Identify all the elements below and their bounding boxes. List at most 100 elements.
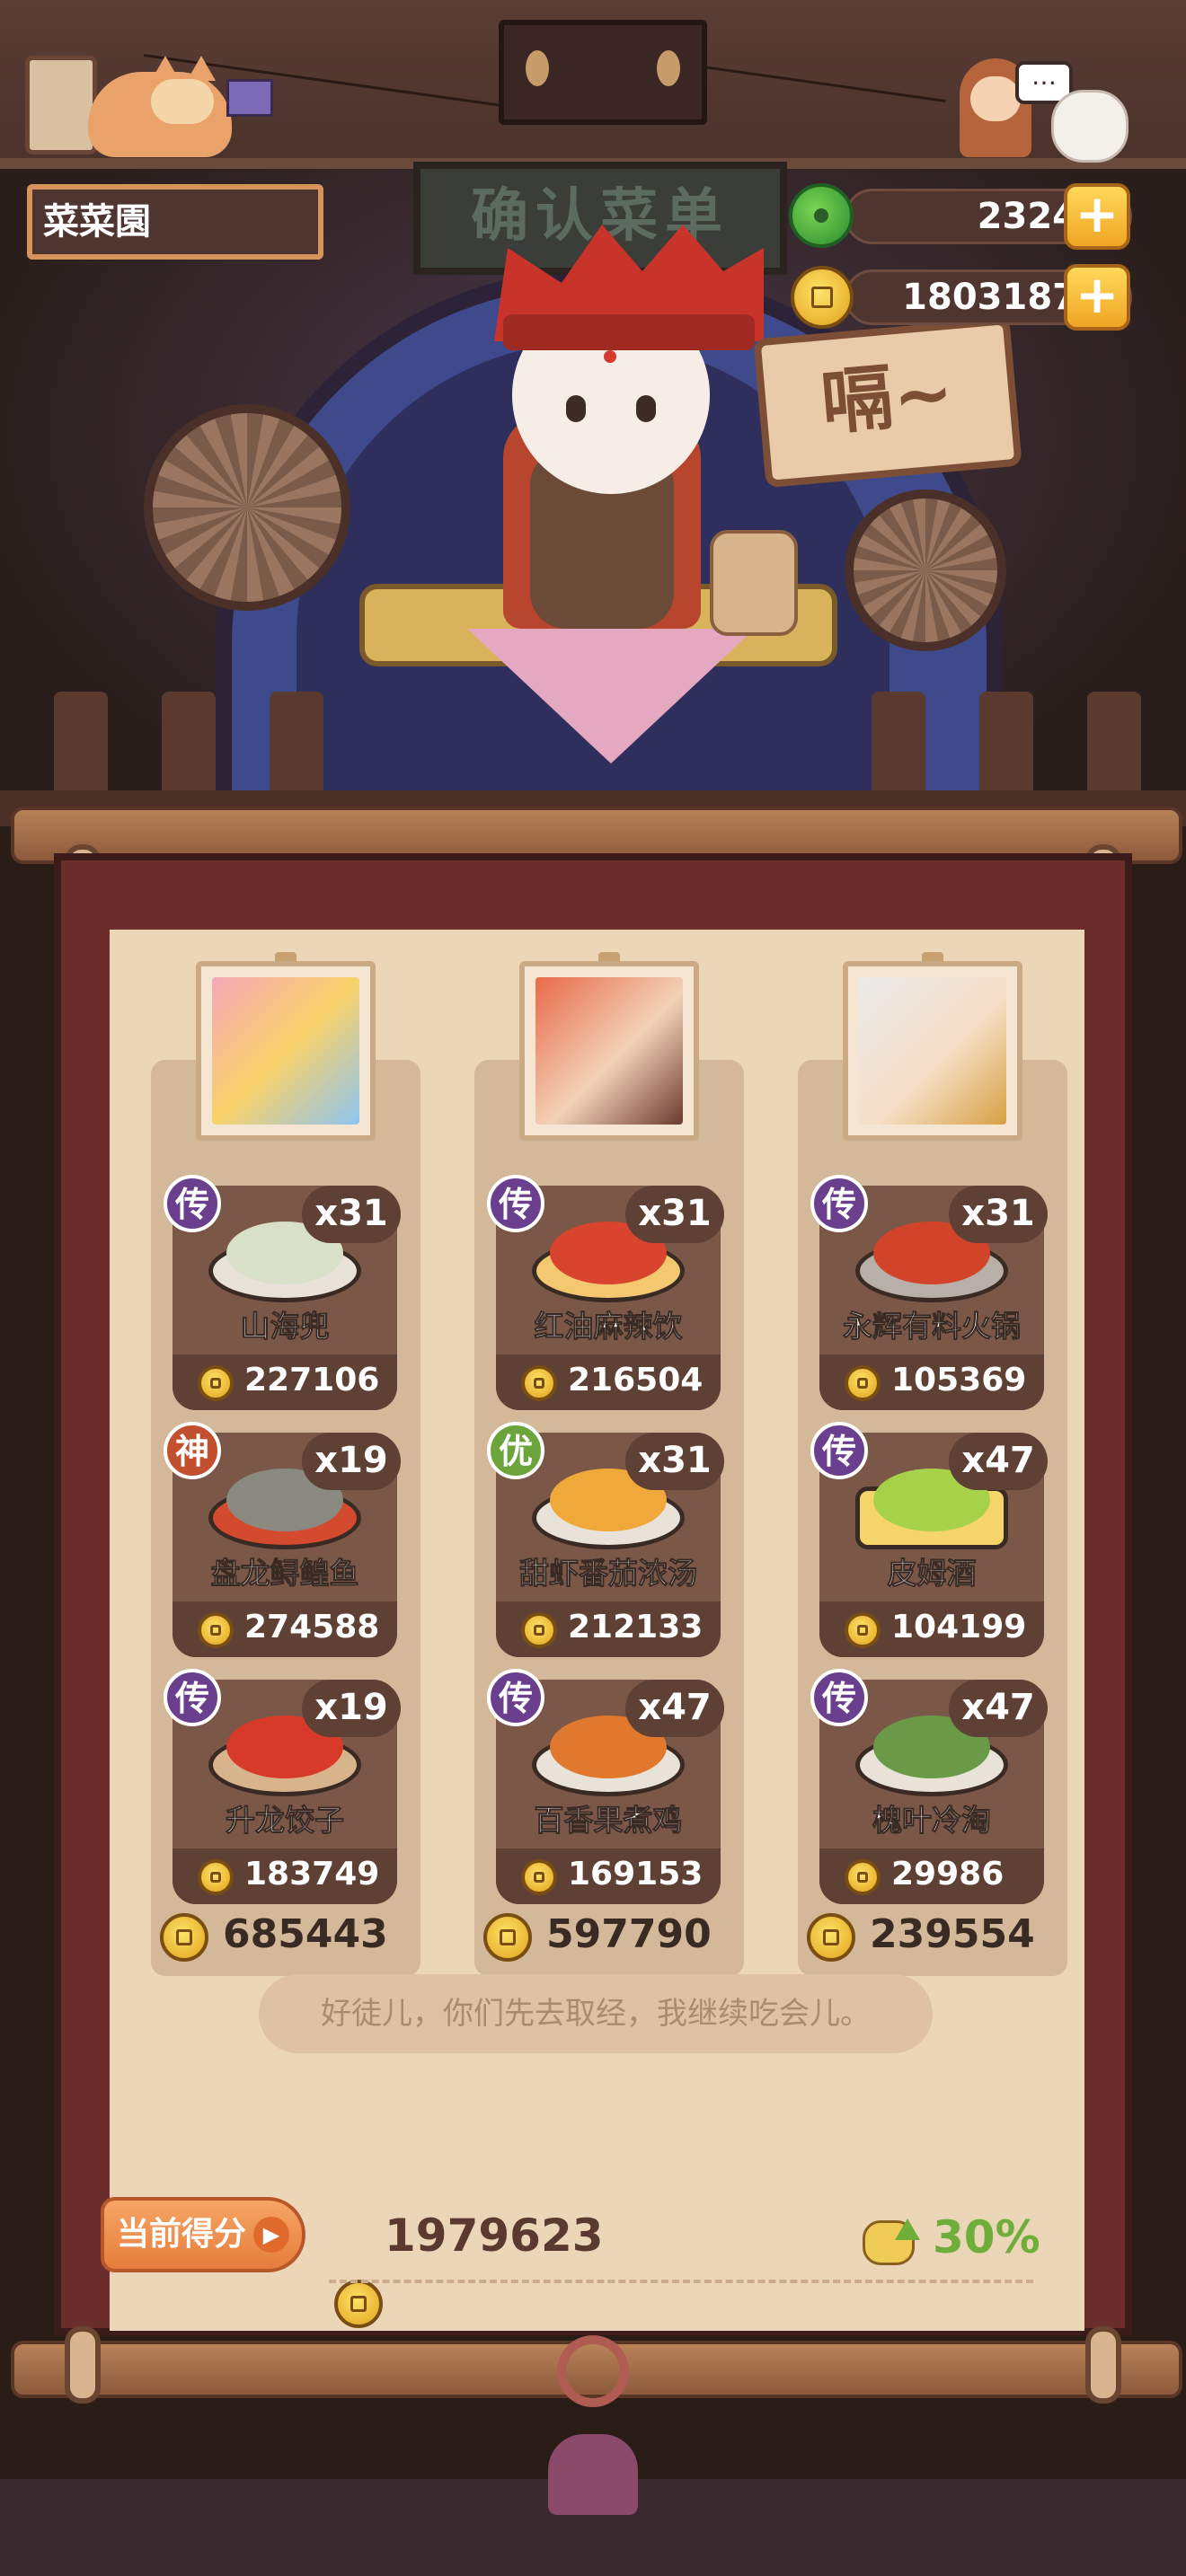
tassel-fringe [548,2434,638,2515]
fan-left-icon [144,404,350,611]
dish-card[interactable]: x47 传 槐叶冷淘 29986 [810,1669,1048,1904]
monk-eye [566,395,586,422]
dish-price: 169153 [568,1856,704,1892]
kid-face [970,76,1021,121]
rarity-badge: 传 [164,1175,221,1232]
dish-card[interactable]: x47 传 皮姆酒 104199 [810,1422,1048,1657]
dish-price: 29986 [891,1856,1005,1892]
dish-name: 升龙饺子 [226,1803,345,1839]
coin-icon [845,1612,881,1648]
coin-icon [198,1612,234,1648]
hanging-portrait-icon[interactable] [499,20,707,125]
dish-name: 槐叶冷淘 [872,1803,992,1839]
column-total: 239554 [798,1904,1067,1967]
guest-avatar [212,977,359,1125]
dish-name: 百香果煮鸡 [534,1803,683,1839]
dish-count: x31 [949,1186,1048,1243]
dish-card[interactable]: x47 传 百香果煮鸡 169153 [487,1669,724,1904]
monk-crown-band [503,314,755,350]
coin-icon [521,1365,557,1401]
add-coins-button[interactable]: + [1064,264,1130,331]
monk-forehead-dot [604,350,616,363]
cat-mascot-icon[interactable] [88,56,232,157]
rarity-badge: 传 [487,1669,544,1726]
guest-avatar [859,977,1006,1125]
rarity-badge: 神 [164,1422,221,1479]
score-divider [329,2280,1033,2283]
dish-price-row: 105369 [819,1354,1044,1410]
dish-name: 山海兜 [240,1309,330,1345]
bonus-percent: 30% [933,2211,1040,2263]
dish-price-row: 104199 [819,1601,1044,1657]
coin-icon [160,1913,208,1962]
location-name[interactable]: 菜菜園 [27,184,323,260]
rarity-badge: 传 [810,1669,868,1726]
rarity-badge: 传 [487,1175,544,1232]
dish-price: 227106 [244,1362,380,1398]
scroll-knob [1085,2326,1121,2404]
dish-card[interactable]: x19 传 升龙饺子 183749 [164,1669,401,1904]
coin-icon [845,1859,881,1895]
dish-name: 永辉有料火锅 [843,1309,1022,1345]
dish-price-row: 212133 [496,1601,721,1657]
dish-card[interactable]: x31 优 甜虾番茄浓汤 212133 [487,1422,724,1657]
mailbox-flag-icon[interactable] [226,79,273,117]
cat-ear [151,56,180,81]
column-total: 685443 [151,1904,420,1967]
banner-ornament [526,50,549,86]
coin-icon [198,1365,234,1401]
monk-eye [636,395,656,422]
dish-count: x19 [302,1433,401,1490]
banner-ornament [657,50,680,86]
notice-board-icon[interactable] [25,56,97,154]
dish-price-row: 227106 [173,1354,397,1410]
coin-icon [483,1913,532,1962]
guest-portrait[interactable] [843,961,1022,1141]
scroll-knob [65,2326,101,2404]
current-score-button[interactable]: 当前得分 ▶ [101,2197,305,2272]
rarity-badge: 传 [164,1669,221,1726]
dish-count: x47 [949,1433,1048,1490]
dish-price: 212133 [568,1609,704,1645]
arrow-right-icon: ▶ [253,2217,289,2253]
cat-face [151,79,214,124]
column-total-value: 239554 [870,1911,1035,1957]
add-jade-button[interactable]: + [1064,183,1130,250]
burp-speech-board: 嗝~ [753,316,1022,489]
dish-price: 104199 [891,1609,1027,1645]
dish-price-row: 216504 [496,1354,721,1410]
coin-icon [791,266,854,329]
dish-name: 皮姆酒 [887,1556,977,1592]
stacked-bowls-icon [710,530,798,636]
dish-name: 红油麻辣饮 [534,1309,683,1345]
dish-count: x31 [625,1186,724,1243]
dish-card[interactable]: x31 传 红油麻辣饮 216504 [487,1175,724,1410]
rarity-badge: 传 [810,1422,868,1479]
dish-name: 甜虾番茄浓汤 [519,1556,698,1592]
dish-count: x47 [949,1680,1048,1737]
bonus-up-arrow-icon [895,2219,920,2240]
dish-price-row: 169153 [496,1848,721,1904]
guest-portrait[interactable] [519,961,699,1141]
dish-price-row: 183749 [173,1848,397,1904]
dish-price: 274588 [244,1609,380,1645]
dish-count: x31 [302,1186,401,1243]
dish-card[interactable]: x31 传 山海兜 227106 [164,1175,401,1410]
dish-price: 105369 [891,1362,1027,1398]
coin-icon [334,2280,383,2328]
column-total: 597790 [474,1904,744,1967]
dish-card[interactable]: x31 传 永辉有料火锅 105369 [810,1175,1048,1410]
coin-icon [845,1365,881,1401]
score-value: 1979623 [385,2210,604,2262]
dish-name: 盘龙鲟鳇鱼 [210,1556,359,1592]
dish-price: 216504 [568,1362,704,1398]
guest-avatar [535,977,683,1125]
column-total-value: 685443 [223,1911,388,1957]
coin-icon [807,1913,855,1962]
guest-portrait[interactable] [196,961,376,1141]
dish-count: x31 [625,1433,724,1490]
dish-card[interactable]: x19 神 盘龙鲟鳇鱼 274588 [164,1422,401,1657]
rarity-badge: 传 [810,1175,868,1232]
dish-price-row: 29986 [819,1848,1044,1904]
white-cat-icon[interactable] [1051,90,1128,163]
